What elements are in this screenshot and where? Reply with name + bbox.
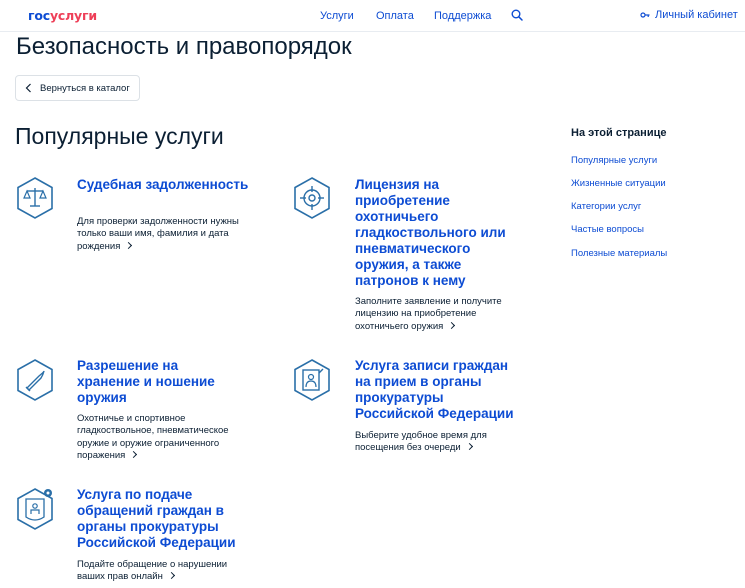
key-icon [640, 12, 650, 18]
toc-link-categories[interactable]: Категории услуг [571, 201, 641, 212]
service-description-text: Для проверки задолженности нужны только … [77, 216, 239, 252]
service-title[interactable]: Услуга записи граждан на прием в органы … [355, 358, 515, 422]
chevron-left-icon [25, 83, 31, 93]
back-to-catalog-button[interactable]: Вернуться в каталог [15, 75, 140, 101]
nav-payment[interactable]: Оплата [376, 10, 414, 22]
service-description: Заполните заявление и получите лицензию … [355, 296, 515, 333]
chevron-right-icon [125, 241, 133, 249]
search-icon[interactable] [510, 8, 524, 22]
service-title[interactable]: Услуга по подаче обращений граждан в орг… [77, 487, 237, 551]
service-description: Подайте обращение о нарушении ваших прав… [77, 559, 237, 584]
personal-cabinet-link[interactable]: Личный кабинет [640, 9, 738, 21]
service-description: Охотничье и спортивное гладкоствольное, … [77, 413, 237, 463]
service-description-text: Заполните заявление и получите лицензию … [355, 296, 502, 332]
toc-title: На этой странице [571, 127, 667, 139]
top-header: госуслуги Услуги Оплата Поддержка Личный… [0, 0, 745, 32]
appointment-icon [294, 359, 330, 401]
chevron-right-icon [465, 443, 473, 451]
chevron-right-icon [167, 572, 175, 580]
toc-link-faq[interactable]: Частые вопросы [571, 224, 644, 235]
cabinet-label: Личный кабинет [655, 9, 738, 21]
service-description-text: Охотничье и спортивное гладкоствольное, … [77, 413, 229, 462]
toc-link-life-situations[interactable]: Жизненные ситуации [571, 178, 666, 189]
scales-icon [17, 177, 53, 219]
appeal-icon [17, 488, 53, 530]
section-title: Популярные услуги [15, 123, 224, 149]
logo-part-uslugi: услуги [49, 8, 97, 23]
chevron-right-icon [130, 451, 138, 459]
back-label: Вернуться в каталог [40, 82, 130, 94]
target-icon [294, 177, 330, 219]
service-description-text: Подайте обращение о нарушении ваших прав… [77, 559, 228, 583]
service-title[interactable]: Лицензия на приобретение охотничьего гла… [355, 177, 525, 289]
bullet-icon [17, 359, 53, 401]
toc-link-popular[interactable]: Популярные услуги [571, 155, 657, 166]
service-title[interactable]: Разрешение на хранение и ношение оружия [77, 358, 237, 406]
chevron-right-icon [448, 321, 456, 329]
logo-part-gos: гос [28, 8, 50, 23]
service-description: Выберите удобное время для посещения без… [355, 430, 505, 455]
nav-support[interactable]: Поддержка [434, 10, 491, 22]
service-description-text: Выберите удобное время для посещения без… [355, 430, 487, 454]
service-description: Для проверки задолженности нужны только … [77, 216, 247, 253]
gosuslugi-logo[interactable]: госуслуги [28, 8, 97, 23]
page-title: Безопасность и правопорядок [16, 33, 352, 60]
nav-services[interactable]: Услуги [320, 10, 354, 22]
service-title[interactable]: Судебная задолженность [77, 177, 267, 193]
toc-link-useful-materials[interactable]: Полезные материалы [571, 248, 667, 259]
